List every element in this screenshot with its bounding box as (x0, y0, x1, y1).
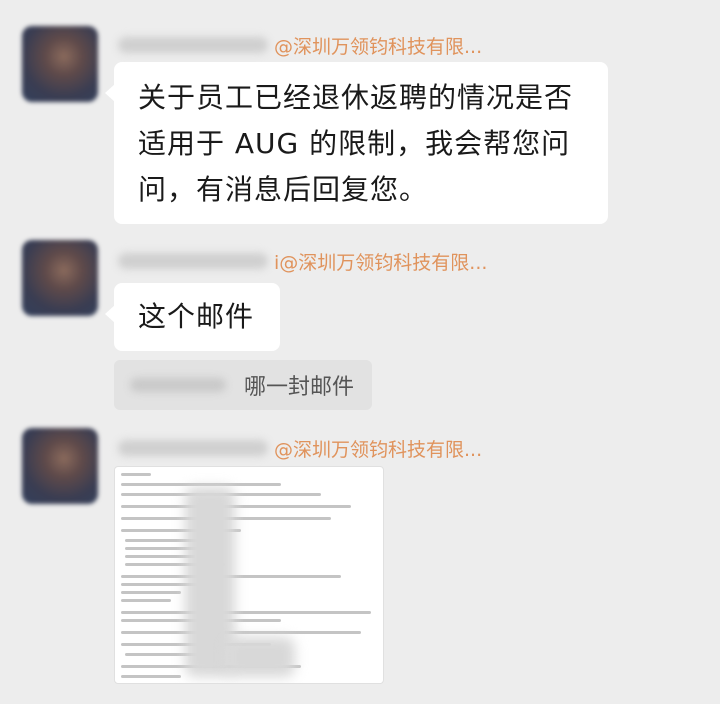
avatar[interactable] (22, 428, 98, 504)
avatar[interactable] (22, 26, 98, 102)
message-text-line: 问，有消息后回复您。 (138, 173, 429, 206)
message-text-line: 这个邮件 (138, 300, 255, 333)
blurred-name (118, 440, 268, 456)
email-screenshot-image[interactable] (114, 466, 384, 684)
blurred-name (118, 37, 268, 53)
message-text-line: 适用于 AUG 的限制，我会帮您问 (138, 127, 571, 160)
message-text-line: 关于员工已经退休返聘的情况是否 (138, 81, 574, 114)
quote-text: 哪一封邮件 (244, 375, 355, 400)
sender-org: i@深圳万领钧科技有限... (274, 251, 488, 274)
blurred-name (118, 253, 268, 269)
sender-name: @深圳万领钧科技有限... (118, 434, 482, 462)
message-bubble[interactable]: 这个邮件 (105, 283, 280, 351)
message-bubble[interactable]: 关于员工已经退休返聘的情况是否 适用于 AUG 的限制，我会帮您问 问，有消息后… (105, 62, 608, 224)
sender-name: i@深圳万领钧科技有限... (118, 247, 487, 275)
quoted-reply[interactable]: 哪一封邮件 (114, 360, 372, 410)
sender-name: @深圳万领钧科技有限... (118, 31, 482, 59)
sender-org: @深圳万领钧科技有限... (274, 438, 483, 461)
sender-org: @深圳万领钧科技有限... (274, 35, 483, 58)
avatar[interactable] (22, 240, 98, 316)
blurred-quote-name (130, 378, 226, 392)
